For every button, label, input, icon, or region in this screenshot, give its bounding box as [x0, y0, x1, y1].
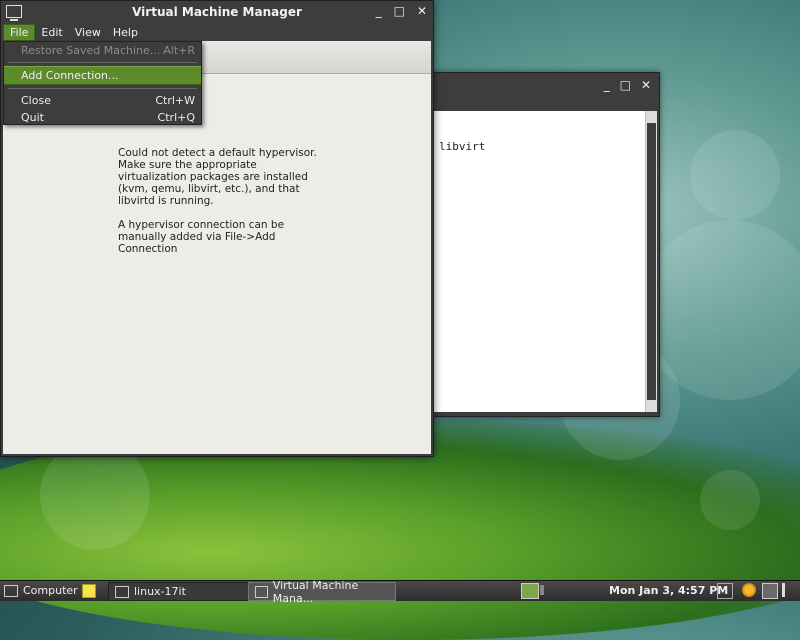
- clock[interactable]: Mon Jan 3, 4:57 PM: [609, 584, 728, 597]
- file-menu-dropdown: Restore Saved Machine... Alt+R Add Conne…: [3, 41, 202, 125]
- volume-icon[interactable]: [782, 583, 795, 597]
- close-icon[interactable]: ✕: [641, 78, 651, 92]
- menu-item-shortcut: Ctrl+Q: [157, 111, 195, 124]
- menu-edit[interactable]: Edit: [35, 25, 68, 40]
- window-title: Virtual Machine Manager: [132, 5, 302, 19]
- minimize-icon[interactable]: _: [376, 4, 382, 18]
- computer-icon: [4, 584, 18, 597]
- note-icon: [82, 583, 96, 598]
- menu-separator: [8, 88, 197, 89]
- workspace-switcher-inactive[interactable]: [540, 585, 544, 595]
- computer-menu-button[interactable]: Computer: [4, 582, 78, 599]
- menu-view[interactable]: View: [69, 25, 107, 40]
- menu-item-add-connection[interactable]: Add Connection...: [4, 66, 201, 85]
- terminal-titlebar[interactable]: _ □ ✕: [431, 73, 659, 97]
- maximize-icon[interactable]: □: [620, 78, 631, 92]
- menu-item-label: Restore Saved Machine...: [21, 44, 161, 57]
- terminal-output[interactable]: libvirt: [433, 111, 645, 412]
- menu-item-label: Add Connection...: [21, 69, 119, 82]
- update-sun-icon[interactable]: [742, 583, 756, 597]
- message-paragraph: A hypervisor connection can be manually …: [118, 219, 285, 255]
- vmm-titlebar[interactable]: Virtual Machine Manager _ □ ✕: [1, 1, 433, 23]
- workspace-switcher-active[interactable]: [521, 583, 539, 599]
- close-icon[interactable]: ✕: [417, 4, 427, 18]
- scrollbar-thumb[interactable]: [647, 123, 656, 400]
- terminal-window[interactable]: _ □ ✕ libvirt: [430, 72, 660, 417]
- network-icon[interactable]: [717, 583, 733, 599]
- menubar: File Edit View Help: [1, 23, 433, 41]
- menu-item-shortcut: Ctrl+W: [155, 94, 195, 107]
- menu-item-label: Close: [21, 94, 51, 107]
- menu-file[interactable]: File: [3, 23, 36, 41]
- taskbar: Computer linux-17it Virtual Machine Mana…: [0, 579, 800, 605]
- terminal-icon: [115, 585, 129, 598]
- sticky-notes-launcher[interactable]: [82, 582, 96, 599]
- power-icon[interactable]: [762, 583, 778, 599]
- menu-item-label: Quit: [21, 111, 44, 124]
- computer-label: Computer: [23, 584, 78, 597]
- hypervisor-message: Could not detect a default hypervisor. M…: [118, 147, 328, 267]
- menu-item-restore-saved-machine[interactable]: Restore Saved Machine... Alt+R: [4, 42, 201, 59]
- terminal-scrollbar[interactable]: [645, 111, 657, 412]
- message-paragraph: Could not detect a default hypervisor. M…: [118, 147, 317, 207]
- minimize-icon[interactable]: _: [604, 78, 610, 92]
- terminal-text: libvirt: [439, 140, 486, 153]
- monitor-icon: [255, 585, 268, 598]
- maximize-icon[interactable]: □: [394, 4, 405, 18]
- menu-separator: [8, 62, 197, 63]
- menu-help[interactable]: Help: [107, 25, 144, 40]
- task-label: linux-17it: [134, 585, 186, 598]
- task-label: Virtual Machine Mana...: [272, 578, 359, 605]
- menu-item-shortcut: Alt+R: [163, 44, 195, 57]
- vmm-window[interactable]: Virtual Machine Manager _ □ ✕ File Edit …: [0, 0, 434, 457]
- menu-item-quit[interactable]: Quit Ctrl+Q: [4, 109, 201, 126]
- task-vmm[interactable]: Virtual Machine Mana...: [248, 579, 396, 605]
- menu-item-close[interactable]: Close Ctrl+W: [4, 92, 201, 109]
- task-terminal[interactable]: linux-17it: [108, 582, 254, 601]
